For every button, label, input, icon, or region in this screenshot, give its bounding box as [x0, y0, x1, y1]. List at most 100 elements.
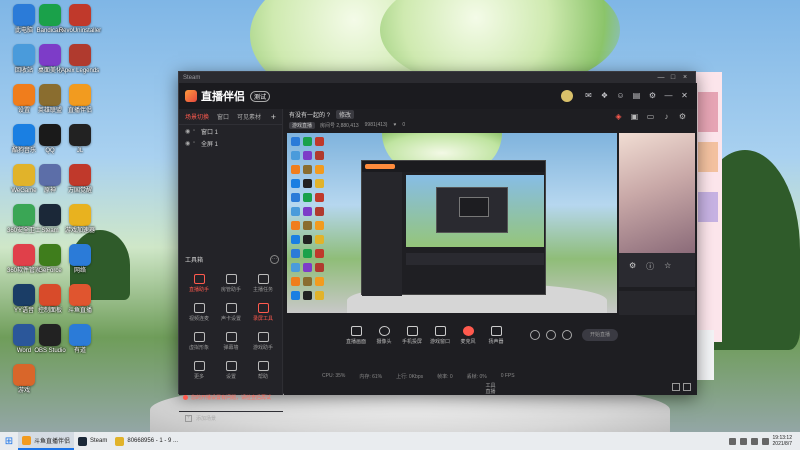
shortcut-label: 原神 [43, 188, 56, 194]
obs-icon [39, 324, 61, 346]
user-icon[interactable]: ☺ [614, 90, 627, 102]
clock[interactable]: 19:13:12 2021/8/7 [773, 435, 800, 447]
message-icon[interactable]: ▭ [644, 112, 657, 124]
preview-desktop-icon [303, 165, 312, 174]
preview-desktop-icon [303, 151, 312, 160]
gear-icon[interactable] [562, 330, 572, 340]
taskbar-app[interactable]: 80668956 - 1 - 9 ... [111, 432, 182, 450]
minimize-button[interactable]: — [655, 74, 667, 81]
layout-icon[interactable] [672, 383, 680, 391]
uninstaller-icon [69, 4, 91, 26]
tool-item[interactable]: 声卡设置 [215, 303, 247, 322]
tool-item[interactable]: 设置 [215, 361, 247, 380]
jl-shortcut[interactable]: JL [60, 124, 100, 155]
source-button[interactable]: 摄像头 [370, 325, 398, 345]
rok-shortcut[interactable]: 万国觉醒 [60, 164, 100, 195]
tool-item[interactable]: 主播任务 [247, 274, 279, 293]
edit-title-button[interactable]: 修改 [336, 110, 355, 119]
tool-item[interactable]: 游戏助手 [247, 332, 279, 351]
eye-icon[interactable]: ◉ [185, 128, 193, 135]
uninstaller-shortcut[interactable]: RevoUninstaller [58, 4, 102, 35]
tab-window[interactable]: 窗口 [217, 112, 229, 121]
close-button[interactable]: × [679, 74, 691, 81]
network-shortcut[interactable]: 网络 [60, 244, 100, 275]
tool-item[interactable]: 更多 [183, 361, 215, 380]
volume-icon[interactable] [750, 437, 758, 445]
toolbox-more-button[interactable]: ··· [270, 255, 279, 264]
settings-icon[interactable]: ⚙ [646, 90, 659, 102]
tool-item[interactable]: 房管助手 [215, 274, 247, 293]
record-icon[interactable] [530, 330, 540, 340]
youdao-shortcut[interactable]: 有道 [60, 324, 100, 355]
tool-label: 房管助手 [220, 287, 241, 293]
close-icon[interactable]: ✕ [678, 90, 691, 102]
live-companion-shortcut[interactable]: 直播伴侣 [60, 84, 100, 115]
gear-icon[interactable]: ⚙ [676, 112, 689, 124]
jl-icon [69, 124, 91, 146]
chat-icon[interactable]: ✉ [582, 90, 595, 102]
game-shortcut[interactable]: 游戏 [4, 364, 44, 395]
scene-item[interactable]: ◉ ▫ 全屏 1 [179, 137, 282, 149]
source-label: 麦克风 [460, 338, 476, 345]
source-button[interactable]: 手机投屏 [398, 325, 426, 345]
shortcut-label: Word [16, 348, 32, 354]
tool-item[interactable]: 直播助手 [183, 274, 215, 293]
apex-shortcut[interactable]: Apex Legends [60, 44, 100, 75]
notification-icon[interactable]: ◈ [612, 112, 625, 124]
tool-item[interactable]: 录屏工具 [247, 303, 279, 322]
tab-visible-assets[interactable]: 可见素材 [237, 112, 261, 121]
info-icon[interactable]: ⓘ [646, 261, 654, 272]
windows-start-icon[interactable]: ⊞ [0, 432, 18, 450]
tool-item[interactable]: 帮助 [247, 361, 279, 380]
source-icon [490, 325, 502, 336]
tool-label: 主播任务 [252, 287, 273, 293]
shop-icon[interactable]: ▣ [628, 112, 641, 124]
source-button[interactable]: 扬声器 [482, 325, 510, 345]
tool-label: 视频连麦 [188, 316, 209, 322]
lock-icon[interactable]: ▫ [193, 128, 201, 134]
input-method-icon[interactable] [761, 437, 769, 445]
taskbar-app[interactable]: Steam [74, 432, 111, 450]
add-tab-button[interactable]: + [271, 112, 276, 122]
maximize-button[interactable]: □ [667, 74, 679, 81]
status-item: 0 FPS [500, 373, 515, 379]
source-button[interactable]: 麦克风 [454, 325, 482, 345]
douyu-shortcut[interactable]: 斗鱼直播 [60, 284, 100, 315]
camera-settings-icon[interactable] [546, 330, 556, 340]
tab-scene-switch[interactable]: 场景切换 [185, 112, 209, 121]
tool-item[interactable]: 视频连麦 [183, 303, 215, 322]
category-pill[interactable]: 游戏直播 [289, 121, 316, 129]
minimize-icon[interactable]: — [662, 90, 675, 102]
settings-icon[interactable]: ⚙ [629, 261, 636, 272]
start-live-button[interactable]: 开始直播 [582, 329, 618, 341]
version-badge[interactable]: 测试 [250, 90, 271, 102]
lock-icon[interactable]: ▫ [193, 140, 201, 146]
source-button[interactable]: 游戏窗口 [426, 325, 454, 345]
add-scene-button[interactable]: + 添加场景 [179, 411, 283, 425]
bell-icon[interactable]: ♪ [660, 112, 673, 124]
live-preview[interactable] [287, 133, 617, 313]
tray-chevron-icon[interactable] [728, 437, 736, 445]
stream-meta: 游戏直播 房间号 2,880,413 9981(413) ♥ 0 [289, 120, 411, 130]
source-button[interactable]: 直播画面 [342, 325, 370, 345]
shortcut-label: 控制面板 [37, 308, 62, 314]
side-preview-panel: ⚙ ⓘ ☆ [619, 133, 695, 287]
shortcut-label: RevoUninstaller [58, 28, 102, 34]
warning-tip[interactable]: 您的开播设置有问题，请检查后再试 [183, 394, 283, 401]
status-item: 丢帧: 0% [466, 373, 487, 380]
star-icon[interactable]: ☆ [664, 261, 671, 272]
accelerator-shortcut[interactable]: 游戏加速器 [60, 204, 100, 235]
network-icon[interactable] [739, 437, 747, 445]
scene-item[interactable]: ◉ ▫ 窗口 1 [179, 125, 282, 137]
tool-item[interactable]: 弹幕墙 [215, 332, 247, 351]
add-icon[interactable] [683, 383, 691, 391]
taskbar-app[interactable]: 斗鱼直播伴侣 [18, 432, 75, 450]
scene-tabs: 场景切换 窗口 可见素材 + [179, 109, 282, 125]
avatar[interactable] [561, 90, 573, 102]
shortcut-label: 万国觉醒 [67, 188, 92, 194]
tool-item[interactable]: 虚拟形象 [183, 332, 215, 351]
status-item: 帧率: 0 [437, 373, 453, 380]
gift-icon[interactable]: ❖ [598, 90, 611, 102]
eye-icon[interactable]: ◉ [185, 140, 193, 147]
mail-icon[interactable]: ▤ [630, 90, 643, 102]
